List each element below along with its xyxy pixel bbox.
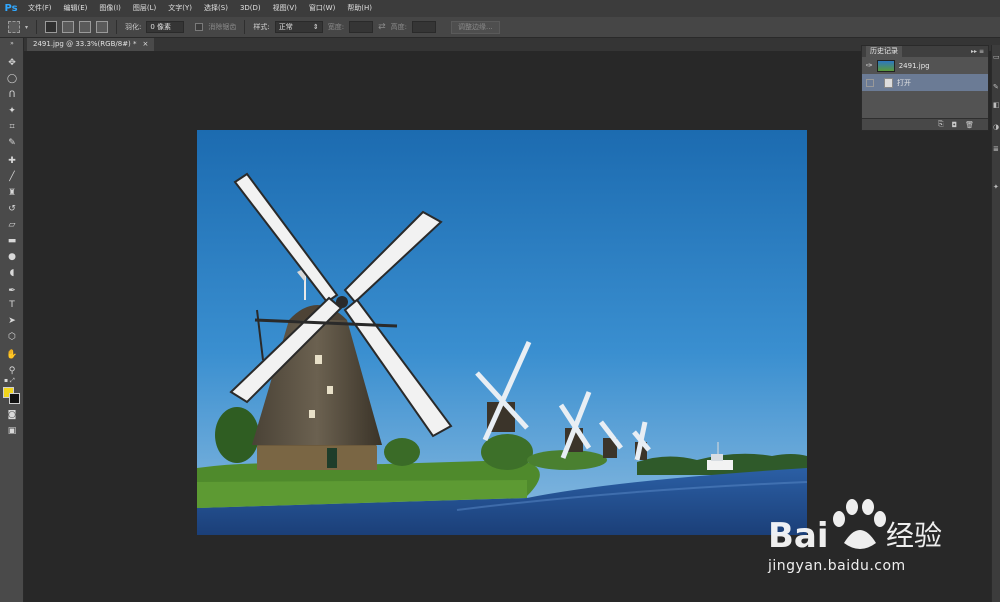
marquee-preset-icon[interactable]	[8, 21, 20, 33]
move-tool-icon[interactable]: ✥	[4, 56, 20, 70]
lasso-tool-icon[interactable]: ᑎ	[4, 88, 20, 102]
options-bar: ▾ 羽化: 0 像素 消除锯齿 样式: 正常 ⇕ 宽度: ⇄ 高度: 调整边缘.…	[0, 17, 1000, 38]
antialias-checkbox[interactable]	[195, 23, 204, 31]
paths-dock-icon[interactable]: ✦	[993, 183, 1000, 193]
divider	[244, 20, 246, 34]
height-label: 高度:	[390, 23, 407, 31]
divider	[116, 20, 118, 34]
snapshot-name: 2491.jpg	[898, 61, 930, 70]
default-colors-icon[interactable]: ▪ ⤢	[4, 377, 20, 385]
feather-input[interactable]: 0 像素	[146, 21, 185, 33]
svg-text:经验: 经验	[886, 519, 942, 552]
crop-tool-icon[interactable]: ⌗	[4, 120, 20, 134]
divider	[36, 20, 38, 34]
adjustments-dock-icon[interactable]: ◑	[993, 123, 1000, 133]
tools-panel: » ✥ ◯ ᑎ ✦ ⌗ ✎ ✚ ╱ ♜ ↺ ▱ ▬ ● ◖ ✒ T ➤ ⬡ ✋ …	[0, 38, 24, 602]
svg-text:Bai: Bai	[768, 516, 829, 556]
blur-tool-icon[interactable]: ●	[4, 250, 20, 264]
width-input[interactable]	[349, 21, 374, 33]
document-tab[interactable]: 2491.jpg @ 33.3%(RGB/8#) * ×	[27, 38, 155, 51]
menu-file[interactable]: 文件(F)	[22, 0, 58, 17]
menu-type[interactable]: 文字(Y)	[162, 0, 198, 17]
style-value: 正常	[278, 23, 293, 31]
layers-dock-icon[interactable]: ◧	[993, 101, 1000, 111]
subtract-selection-icon[interactable]	[79, 21, 92, 33]
history-snapshot[interactable]: ✑ 2491.jpg	[862, 57, 988, 74]
clone-stamp-tool-icon[interactable]: ♜	[4, 186, 20, 200]
screen-mode-icon[interactable]: ▣	[4, 424, 20, 438]
brush-tool-icon[interactable]: ╱	[4, 170, 20, 184]
healing-brush-tool-icon[interactable]: ✚	[4, 154, 20, 168]
type-tool-icon[interactable]: T	[4, 298, 20, 312]
menu-edit[interactable]: 编辑(E)	[58, 0, 94, 17]
menu-select[interactable]: 选择(S)	[198, 0, 234, 17]
history-step[interactable]: 打开	[862, 74, 988, 91]
panel-dock: ▭ ✎ ◧ ◑ ≣ ✦	[991, 45, 1000, 602]
history-panel: 历史记录 ▸▸ ≡ ✑ 2491.jpg 打开 ⎘ ◘ 🗑	[861, 45, 989, 131]
menu-layer[interactable]: 图层(L)	[127, 0, 162, 17]
shape-tool-icon[interactable]: ⬡	[4, 330, 20, 344]
pen-tool-icon[interactable]: ✒	[4, 284, 20, 298]
history-panel-footer: ⎘ ◘ 🗑	[862, 118, 988, 130]
add-selection-icon[interactable]	[62, 21, 75, 33]
document-canvas[interactable]	[197, 130, 807, 535]
snapshot-thumbnail	[876, 59, 895, 72]
close-icon[interactable]: ×	[143, 38, 149, 51]
magic-wand-tool-icon[interactable]: ✦	[4, 104, 20, 118]
panel-menu-icon[interactable]: ▸▸ ≡	[971, 48, 984, 55]
document-tab-title: 2491.jpg @ 33.3%(RGB/8#) *	[33, 40, 137, 48]
history-brush-source-icon[interactable]: ✑	[866, 61, 873, 70]
document-tab-bar: 2491.jpg @ 33.3%(RGB/8#) * ×	[24, 38, 1000, 51]
watermark-url: jingyan.baidu.com	[768, 558, 906, 574]
collapse-icon[interactable]: »	[4, 40, 20, 47]
history-step-label: 打开	[897, 78, 911, 87]
new-selection-icon[interactable]	[45, 21, 58, 33]
channels-dock-icon[interactable]: ≣	[993, 145, 1000, 155]
menu-image[interactable]: 图像(I)	[93, 0, 127, 17]
intersect-selection-icon[interactable]	[96, 21, 109, 33]
trash-icon[interactable]: 🗑	[965, 121, 974, 129]
feather-label: 羽化:	[125, 23, 142, 31]
path-selection-tool-icon[interactable]: ➤	[4, 314, 20, 328]
eraser-tool-icon[interactable]: ▱	[4, 218, 20, 232]
history-panel-title[interactable]: 历史记录	[866, 46, 902, 57]
style-label: 样式:	[253, 23, 270, 31]
history-dock-icon[interactable]: ▭	[993, 53, 1000, 63]
menu-3d[interactable]: 3D(D)	[234, 0, 267, 17]
antialias-label: 消除锯齿	[208, 23, 237, 31]
history-brush-source-checkbox[interactable]	[866, 78, 874, 87]
eyedropper-tool-icon[interactable]: ✎	[4, 136, 20, 150]
document-icon	[884, 77, 893, 88]
height-input[interactable]	[412, 21, 436, 33]
windmill-photo	[197, 130, 807, 535]
zoom-tool-icon[interactable]: ⚲	[4, 364, 20, 378]
camera-icon[interactable]: ◘	[952, 121, 958, 129]
quick-mask-icon[interactable]: ◙	[4, 408, 20, 422]
menu-bar: Ps 文件(F) 编辑(E) 图像(I) 图层(L) 文字(Y) 选择(S) 3…	[0, 0, 1000, 17]
photoshop-logo: Ps	[4, 3, 18, 14]
style-select[interactable]: 正常 ⇕	[274, 21, 323, 33]
dodge-tool-icon[interactable]: ◖	[4, 266, 20, 280]
chevron-down-icon: ⇕	[312, 23, 319, 31]
background-color-swatch[interactable]	[9, 393, 20, 404]
menu-view[interactable]: 视图(V)	[267, 0, 303, 17]
refine-edge-button[interactable]: 调整边缘...	[451, 20, 500, 34]
history-brush-tool-icon[interactable]: ↺	[4, 202, 20, 216]
gradient-tool-icon[interactable]: ▬	[4, 234, 20, 248]
swap-dimensions-icon[interactable]: ⇄	[378, 22, 386, 32]
history-panel-header: 历史记录 ▸▸ ≡	[862, 46, 988, 57]
menu-window[interactable]: 窗口(W)	[303, 0, 341, 17]
menu-help[interactable]: 帮助(H)	[341, 0, 378, 17]
marquee-tool-icon[interactable]: ◯	[4, 72, 20, 86]
width-label: 宽度:	[327, 23, 345, 31]
brush-dock-icon[interactable]: ✎	[993, 83, 1000, 93]
new-document-from-state-icon[interactable]: ⎘	[938, 120, 944, 129]
chevron-down-icon[interactable]: ▾	[25, 24, 28, 31]
hand-tool-icon[interactable]: ✋	[4, 348, 20, 362]
